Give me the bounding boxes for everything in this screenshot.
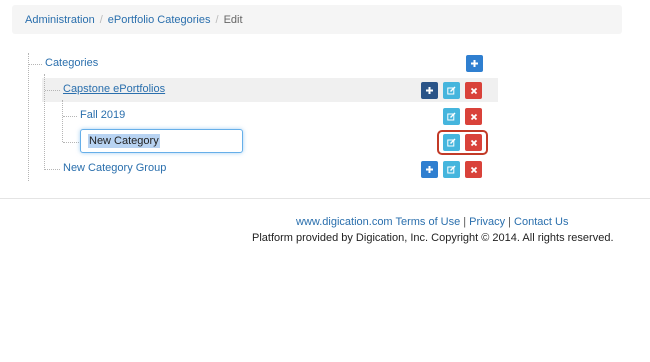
tree-connector bbox=[29, 64, 42, 65]
tree-connector bbox=[45, 90, 60, 91]
edit-icon bbox=[447, 165, 456, 174]
tree-node-capstone-eportfolios[interactable]: Capstone ePortfolios bbox=[63, 83, 165, 95]
category-tree: Categories Capstone ePortfolios Fall 201… bbox=[0, 0, 650, 190]
tree-root-label[interactable]: Categories bbox=[45, 57, 98, 69]
delete-category-button[interactable] bbox=[465, 82, 482, 99]
footer-separator: | bbox=[508, 216, 512, 228]
edit-category-button[interactable] bbox=[443, 82, 460, 99]
footer-link-terms[interactable]: www.digication.com Terms of Use bbox=[296, 216, 460, 228]
footer-copyright: Platform provided by Digication, Inc. Co… bbox=[252, 232, 614, 244]
edit-category-button[interactable] bbox=[443, 108, 460, 125]
plus-icon bbox=[470, 59, 479, 68]
add-subcategory-button[interactable] bbox=[421, 161, 438, 178]
tree-connector bbox=[63, 116, 77, 117]
delete-category-button[interactable] bbox=[465, 108, 482, 125]
tree-connector bbox=[45, 169, 60, 170]
tree-connector bbox=[28, 53, 29, 181]
footer-link-contact[interactable]: Contact Us bbox=[514, 216, 568, 228]
delete-category-button[interactable] bbox=[465, 161, 482, 178]
tree-connector bbox=[62, 100, 63, 142]
close-icon bbox=[470, 113, 478, 121]
add-category-button[interactable] bbox=[466, 55, 483, 72]
footer-divider bbox=[0, 198, 650, 199]
category-name-input[interactable]: New Category bbox=[80, 129, 243, 153]
selected-text: New Category bbox=[88, 134, 160, 148]
close-icon bbox=[470, 87, 478, 95]
plus-icon bbox=[425, 86, 434, 95]
footer-separator: | bbox=[463, 216, 467, 228]
close-icon bbox=[470, 166, 478, 174]
tree-connector bbox=[63, 142, 79, 143]
tree-connector bbox=[44, 74, 45, 170]
tree-node-fall-2019[interactable]: Fall 2019 bbox=[80, 109, 125, 121]
highlight-ring bbox=[437, 130, 488, 155]
edit-category-button[interactable] bbox=[443, 161, 460, 178]
tree-node-new-category-group[interactable]: New Category Group bbox=[63, 162, 166, 174]
plus-icon bbox=[425, 165, 434, 174]
edit-icon bbox=[447, 86, 456, 95]
add-subcategory-button[interactable] bbox=[421, 82, 438, 99]
footer-link-privacy[interactable]: Privacy bbox=[469, 216, 505, 228]
edit-icon bbox=[447, 112, 456, 121]
